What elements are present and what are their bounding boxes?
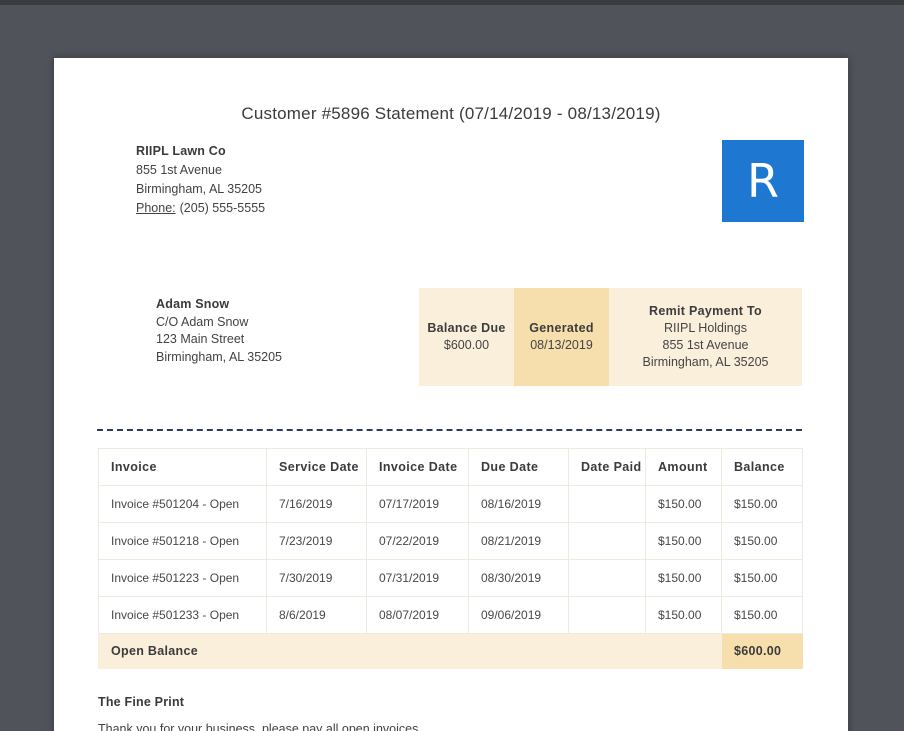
service-date-cell: 7/23/2019 (266, 522, 367, 560)
customer-address-block: Adam Snow C/O Adam Snow 123 Main Street … (156, 296, 282, 366)
date-paid-cell (568, 485, 646, 523)
dashed-divider (97, 429, 802, 431)
customer-city: Birmingham, AL 35205 (156, 349, 283, 364)
due-date-cell: 08/16/2019 (468, 485, 569, 523)
date-paid-cell (568, 559, 646, 597)
invoice-date-cell: 07/22/2019 (366, 522, 469, 560)
invoice-cell: Invoice #501218 - Open (98, 522, 267, 560)
company-name: RIIPL Lawn Co (136, 144, 226, 158)
col-header-invoice-date: Invoice Date (366, 448, 469, 486)
invoice-cell: Invoice #501204 - Open (98, 485, 267, 523)
invoice-cell: Invoice #501223 - Open (98, 559, 267, 597)
company-address-line2: Birmingham, AL 35205 (136, 182, 263, 196)
balance-due-label: Balance Due (427, 321, 506, 335)
statement-page: Customer #5896 Statement (07/14/2019 - 0… (54, 58, 848, 731)
invoice-table: Invoice Service Date Invoice Date Due Da… (98, 448, 803, 669)
remit-address1: 855 1st Avenue (662, 338, 749, 352)
generated-cell: Generated 08/13/2019 (514, 288, 609, 386)
company-address-line1: 855 1st Avenue (136, 163, 222, 177)
service-date-cell: 7/30/2019 (266, 559, 367, 597)
balance-cell: $150.00 (721, 559, 803, 597)
due-date-cell: 08/21/2019 (468, 522, 569, 560)
invoice-date-cell: 07/17/2019 (366, 485, 469, 523)
balance-cell: $150.00 (721, 522, 803, 560)
amount-cell: $150.00 (645, 596, 722, 634)
table-row: Invoice #501233 - Open 8/6/2019 08/07/20… (98, 596, 803, 634)
viewer-top-bar (0, 0, 904, 5)
date-paid-cell (568, 522, 646, 560)
table-header-row: Invoice Service Date Invoice Date Due Da… (98, 448, 803, 486)
customer-care-of: C/O Adam Snow (156, 314, 249, 329)
col-header-date-paid: Date Paid (568, 448, 646, 486)
invoice-date-cell: 08/07/2019 (366, 596, 469, 634)
col-header-balance: Balance (721, 448, 803, 486)
balance-due-value: $600.00 (443, 338, 490, 352)
phone-label: Phone: (136, 201, 176, 215)
generated-value: 08/13/2019 (530, 338, 593, 352)
due-date-cell: 08/30/2019 (468, 559, 569, 597)
generated-label: Generated (529, 321, 594, 335)
service-date-cell: 7/16/2019 (266, 485, 367, 523)
col-header-service-date: Service Date (266, 448, 367, 486)
table-row: Invoice #501223 - Open 7/30/2019 07/31/2… (98, 559, 803, 597)
fine-print-text: Thank you for your business, please pay … (98, 722, 422, 731)
balance-cell: $150.00 (721, 596, 803, 634)
document-viewer: Customer #5896 Statement (07/14/2019 - 0… (0, 0, 904, 731)
remit-address2: Birmingham, AL 35205 (642, 355, 769, 369)
customer-name: Adam Snow (156, 297, 230, 311)
company-phone-line: Phone: (205) 555-5555 (136, 199, 265, 218)
balance-due-cell: Balance Due $600.00 (419, 288, 514, 386)
table-row: Invoice #501204 - Open 7/16/2019 07/17/2… (98, 485, 803, 523)
phone-number: (205) 555-5555 (179, 201, 266, 215)
balance-cell: $150.00 (721, 485, 803, 523)
amount-cell: $150.00 (645, 559, 722, 597)
invoice-date-cell: 07/31/2019 (366, 559, 469, 597)
statement-title: Customer #5896 Statement (07/14/2019 - 0… (241, 104, 661, 123)
balance-summary-box: Balance Due $600.00 Generated 08/13/2019… (419, 288, 802, 386)
date-paid-cell (568, 596, 646, 634)
open-balance-value: $600.00 (721, 633, 803, 669)
col-header-invoice: Invoice (98, 448, 267, 486)
amount-cell: $150.00 (645, 485, 722, 523)
service-date-cell: 8/6/2019 (266, 596, 367, 634)
due-date-cell: 09/06/2019 (468, 596, 569, 634)
logo-r-letter: R (747, 154, 779, 208)
fine-print-heading: The Fine Print (98, 695, 185, 709)
remit-payment-cell: Remit Payment To RIIPL Holdings 855 1st … (609, 288, 802, 386)
table-row: Invoice #501218 - Open 7/23/2019 07/22/2… (98, 522, 803, 560)
remit-name: RIIPL Holdings (664, 321, 747, 335)
col-header-due-date: Due Date (468, 448, 569, 486)
invoice-cell: Invoice #501233 - Open (98, 596, 267, 634)
col-header-amount: Amount (645, 448, 722, 486)
amount-cell: $150.00 (645, 522, 722, 560)
customer-street: 123 Main Street (156, 332, 245, 346)
open-balance-row: Open Balance $600.00 (98, 633, 803, 669)
remit-label: Remit Payment To (649, 304, 762, 318)
company-address-block: RIIPL Lawn Co 855 1st Avenue Birmingham,… (136, 142, 265, 218)
company-logo: R (722, 140, 804, 222)
open-balance-label: Open Balance (98, 633, 722, 669)
